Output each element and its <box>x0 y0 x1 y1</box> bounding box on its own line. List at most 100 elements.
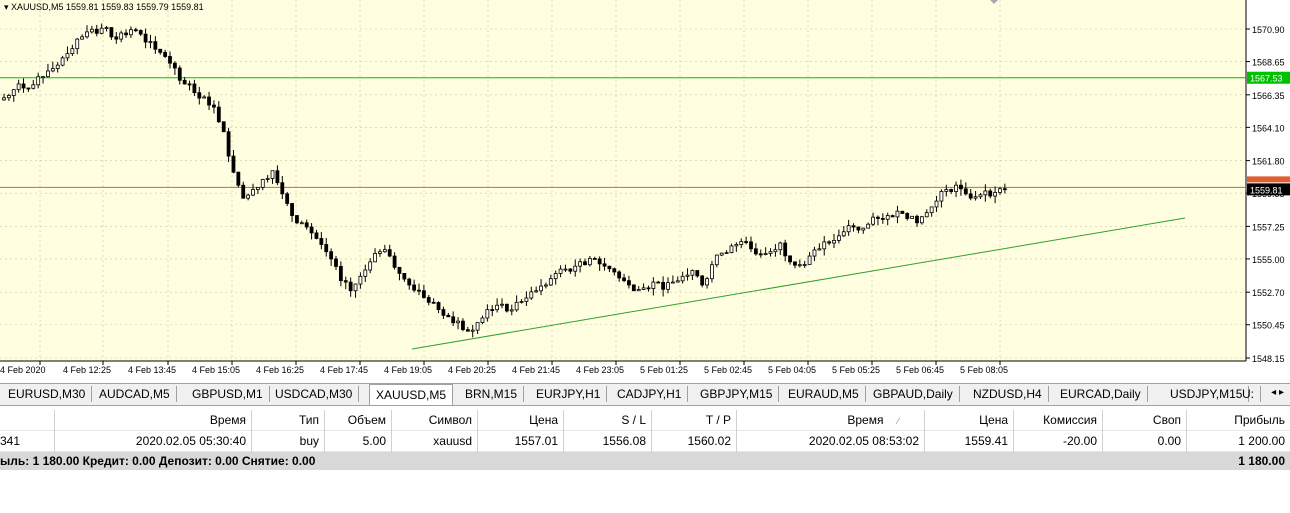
tab-eurusd-m30[interactable]: EURUSD,M30 <box>2 386 93 402</box>
candle-body <box>700 275 705 286</box>
cell-volume: 5.00 <box>324 430 392 452</box>
col-sl[interactable]: S / L <box>563 410 652 431</box>
price-label: 1568.65 <box>1252 58 1285 68</box>
cell-commission: -20.00 <box>1013 430 1103 452</box>
candle-body <box>251 189 255 196</box>
candle-body <box>968 193 973 199</box>
tab-nzdusd-h4[interactable]: NZDUSD,H4 <box>967 386 1049 402</box>
candle-body <box>368 261 373 271</box>
candle-body <box>622 277 626 282</box>
candle-body <box>314 232 319 239</box>
tab-us-partial[interactable]: U: <box>1236 386 1261 402</box>
candle-body <box>856 226 861 231</box>
candle-body <box>153 41 158 50</box>
tab-euraud-m5[interactable]: EURAUD,M5 <box>782 386 866 402</box>
candle-body <box>70 48 75 54</box>
col-commission[interactable]: Комиссия <box>1013 410 1103 431</box>
candle-body <box>758 253 763 256</box>
col-time-open[interactable]: Время <box>54 410 252 431</box>
price-label: 1555.00 <box>1252 255 1285 265</box>
candle-body <box>275 170 280 184</box>
candle-body <box>617 271 622 279</box>
candle-body <box>133 29 138 32</box>
candle-body <box>495 304 500 311</box>
candle-body <box>148 41 153 43</box>
candle-body <box>778 242 783 251</box>
col-order[interactable] <box>0 410 55 431</box>
candle-body <box>461 320 465 331</box>
candle-body <box>949 189 954 192</box>
col-price-close[interactable]: Цена <box>924 410 1014 431</box>
price-label: 1561.80 <box>1252 157 1285 167</box>
tab-eurcad-daily[interactable]: EURCAD,Daily <box>1054 386 1148 402</box>
candle-body <box>954 184 958 192</box>
candle-body <box>939 191 944 202</box>
table-row[interactable]: 341 2020.02.05 05:30:40 buy 5.00 xauusd … <box>0 430 1290 452</box>
candle-body <box>607 265 612 270</box>
candle-body <box>783 242 788 257</box>
tab-gbpjpy-m15[interactable]: GBPJPY,M15 <box>694 386 780 402</box>
tab-usdcad-m30[interactable]: USDCAD,M30 <box>269 386 360 402</box>
candle-body <box>55 64 60 69</box>
col-price[interactable]: Цена <box>477 410 564 431</box>
candle-body <box>6 95 11 99</box>
col-tp[interactable]: T / P <box>651 410 737 431</box>
time-label: 4 Feb 12:25 <box>63 365 111 375</box>
col-type[interactable]: Тип <box>251 410 325 431</box>
col-symbol[interactable]: Символ <box>391 410 478 431</box>
candle-body <box>475 322 480 331</box>
candle-body <box>519 301 524 303</box>
candle-body <box>846 225 851 233</box>
col-volume[interactable]: Объем <box>324 410 392 431</box>
candle-body <box>680 275 685 282</box>
tab-xauusd-m5[interactable]: XAUUSD,M5 <box>369 384 454 405</box>
time-label: 4 Feb 21:45 <box>512 365 560 375</box>
candle-body <box>553 272 558 280</box>
candle-body <box>26 87 31 90</box>
tab-brn-m15[interactable]: BRN,M15 <box>459 386 525 402</box>
tab-gbpusd-m1[interactable]: GBPUSD,M1 <box>186 386 270 402</box>
candle-body <box>236 171 241 186</box>
candle-body <box>299 222 304 225</box>
tab-audcad-m5[interactable]: AUDCAD,M5 <box>93 386 177 402</box>
candle-body <box>11 89 16 96</box>
col-profit[interactable]: Прибыль <box>1186 410 1290 431</box>
candle-body <box>182 79 187 85</box>
candle-body <box>412 284 417 291</box>
candle-body <box>832 240 836 244</box>
candle-body <box>417 289 421 292</box>
candle-body <box>226 131 231 157</box>
candle-body <box>163 51 168 57</box>
candle-body <box>670 281 675 284</box>
candle-body <box>602 263 607 267</box>
plot-area <box>0 0 1246 361</box>
candle-body <box>763 253 768 255</box>
candle-body <box>919 216 924 224</box>
candle-body <box>378 251 382 254</box>
price-chart[interactable]: 1570.90 1568.65 1566.35 1564.10 1561.80 1559.… <box>0 0 1290 380</box>
tab-scroll-arrows-icon[interactable]: ◂ ▸ <box>1271 387 1284 398</box>
tab-cadjpy-h1[interactable]: CADJPY,H1 <box>611 386 689 402</box>
candle-body <box>929 206 934 214</box>
level-price-label: 1567.53 <box>1250 74 1283 84</box>
candle-body <box>666 282 670 290</box>
candle-body <box>265 178 270 180</box>
candle-body <box>514 301 519 311</box>
col-time-close[interactable]: Время ⁄ <box>736 410 925 431</box>
tab-eurjpy-h1[interactable]: EURJPY,H1 <box>530 386 608 402</box>
candle-body <box>426 297 431 303</box>
col-swap[interactable]: Своп <box>1102 410 1187 431</box>
chart-tabs: EURUSD,M30 AUDCAD,M5 GBPUSD,M1 USDCAD,M3… <box>0 383 1290 406</box>
time-label: 4 Feb 19:05 <box>384 365 432 375</box>
tab-gbpaud-daily[interactable]: GBPAUD,Daily <box>867 386 960 402</box>
candle-body <box>675 280 680 283</box>
candle-body <box>402 272 407 280</box>
candle-body <box>851 225 856 228</box>
candle-body <box>797 264 802 267</box>
candle-body <box>436 302 441 310</box>
candle-body <box>641 287 646 290</box>
candle-body <box>216 106 221 123</box>
candle-body <box>504 303 509 312</box>
candle-body <box>705 278 709 286</box>
candle-body <box>329 251 334 260</box>
